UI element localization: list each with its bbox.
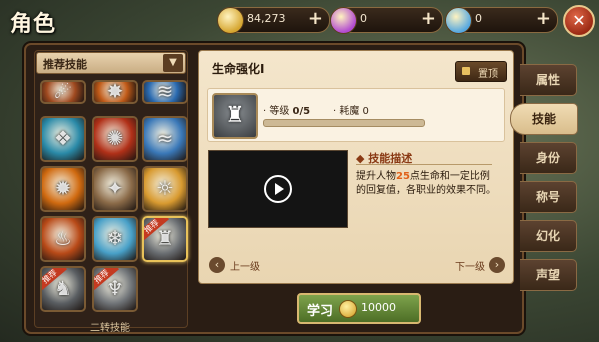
currency-value: 0 (475, 12, 482, 25)
fireball-skill-icon[interactable]: ✺ (92, 116, 138, 162)
meteor-skill-icon[interactable]: ☄ (40, 80, 86, 104)
tab-4[interactable]: 幻化 (520, 220, 577, 252)
tab-2[interactable]: 身份 (520, 142, 577, 174)
skill-description: 提升人物25点生命和一定比例的回复值，各职业的效果不同。 (356, 171, 496, 196)
cost-value: 0 (362, 106, 369, 117)
crystal-skill-icon[interactable]: ❄ (92, 216, 138, 262)
mana-cost: · 耗魔 0 (333, 106, 369, 117)
next-level-button[interactable]: › (489, 257, 505, 273)
blue-diamond-icon (445, 7, 472, 34)
skill-glyph: ♨ (54, 226, 72, 250)
level-value: 0/5 (292, 106, 311, 117)
skill-glyph: ✺ (106, 126, 124, 150)
tornado-skill-icon[interactable]: ≋ (142, 80, 188, 104)
skill-glyph: ✦ (106, 176, 124, 200)
learn-label: 学习 (307, 304, 334, 319)
add-currency-button[interactable]: + (536, 9, 551, 29)
currency-1: 0 + (330, 7, 443, 34)
skill-glyph: ❄ (106, 226, 124, 250)
skill-glyph: ✸ (106, 80, 124, 103)
learn-cost: 10000 (361, 301, 396, 314)
page-title: 角色 (10, 12, 57, 37)
ice-shard-skill-icon[interactable]: ❖ (40, 116, 86, 162)
shadow-skill-icon[interactable]: ♞ 推荐 (40, 266, 86, 312)
purple-gem-icon (330, 7, 357, 34)
add-currency-button[interactable]: + (308, 9, 323, 29)
currency-value: 84,273 (247, 12, 286, 25)
next-level-label[interactable]: 下一级 (455, 258, 485, 273)
skill-glyph: ☼ (156, 176, 174, 200)
chevron-down-icon: ▼ (163, 54, 183, 72)
add-currency-button[interactable]: + (421, 9, 436, 29)
wind-blade-skill-icon[interactable]: ≈ (142, 116, 188, 162)
skill-glyph: ≋ (156, 80, 174, 103)
skill-filter-label: 推荐技能 (43, 58, 87, 71)
tab-0[interactable]: 属性 (520, 64, 577, 96)
fire-burst-skill-icon[interactable]: ✸ (92, 80, 138, 104)
pin-top-button[interactable]: 置顶 (455, 61, 507, 82)
prev-level-button[interactable]: ‹ (209, 257, 225, 273)
pin-top-label: 置顶 (478, 69, 498, 80)
skill-name: 生命强化Ⅰ (212, 62, 265, 76)
fire-beast-skill-icon[interactable]: ♨ (40, 216, 86, 262)
gold-coin-icon (339, 300, 357, 318)
skill-glyph: ≈ (156, 126, 174, 150)
tab-1[interactable]: 技能 (510, 103, 578, 135)
close-button[interactable]: ✕ (563, 5, 595, 37)
skill-glyph: ❖ (54, 126, 72, 150)
description-highlight: 25 (396, 171, 410, 182)
currency-0: 84,273 + (217, 7, 330, 34)
description-divider (356, 164, 492, 165)
skill-level: · 等级 0/5 (263, 106, 311, 117)
gold-coin-icon (217, 7, 244, 34)
skill-glyph: ✹ (54, 176, 72, 200)
prev-level-label[interactable]: 上一级 (230, 258, 260, 273)
skill-glyph: ☄ (54, 80, 72, 103)
learn-button[interactable]: 学习 10000 (297, 293, 421, 324)
pin-icon (462, 67, 470, 75)
cost-label: 耗魔 (339, 106, 360, 117)
currency-value: 0 (360, 12, 367, 25)
flame-orb-skill-icon[interactable]: ✹ (40, 166, 86, 212)
tab-3[interactable]: 称号 (520, 181, 577, 213)
level-label: 等级 (269, 106, 290, 117)
skill-filter-dropdown[interactable]: 推荐技能 ▼ (36, 52, 186, 74)
claw-skill-icon[interactable]: ♆ 推荐 (92, 266, 138, 312)
life-strengthen-skill-icon: ♜ (212, 93, 258, 139)
rock-smash-skill-icon[interactable]: ✦ (92, 166, 138, 212)
light-ward-skill-icon[interactable]: ☼ (142, 166, 188, 212)
life-strengthen-skill-icon[interactable]: ♜ 推荐 (142, 216, 188, 262)
tab-5[interactable]: 声望 (520, 259, 577, 291)
play-icon[interactable] (264, 175, 292, 203)
level-progress-bar (263, 119, 425, 127)
skill-section-label: 二转技能 (90, 323, 130, 334)
currency-2: 0 + (445, 7, 558, 34)
